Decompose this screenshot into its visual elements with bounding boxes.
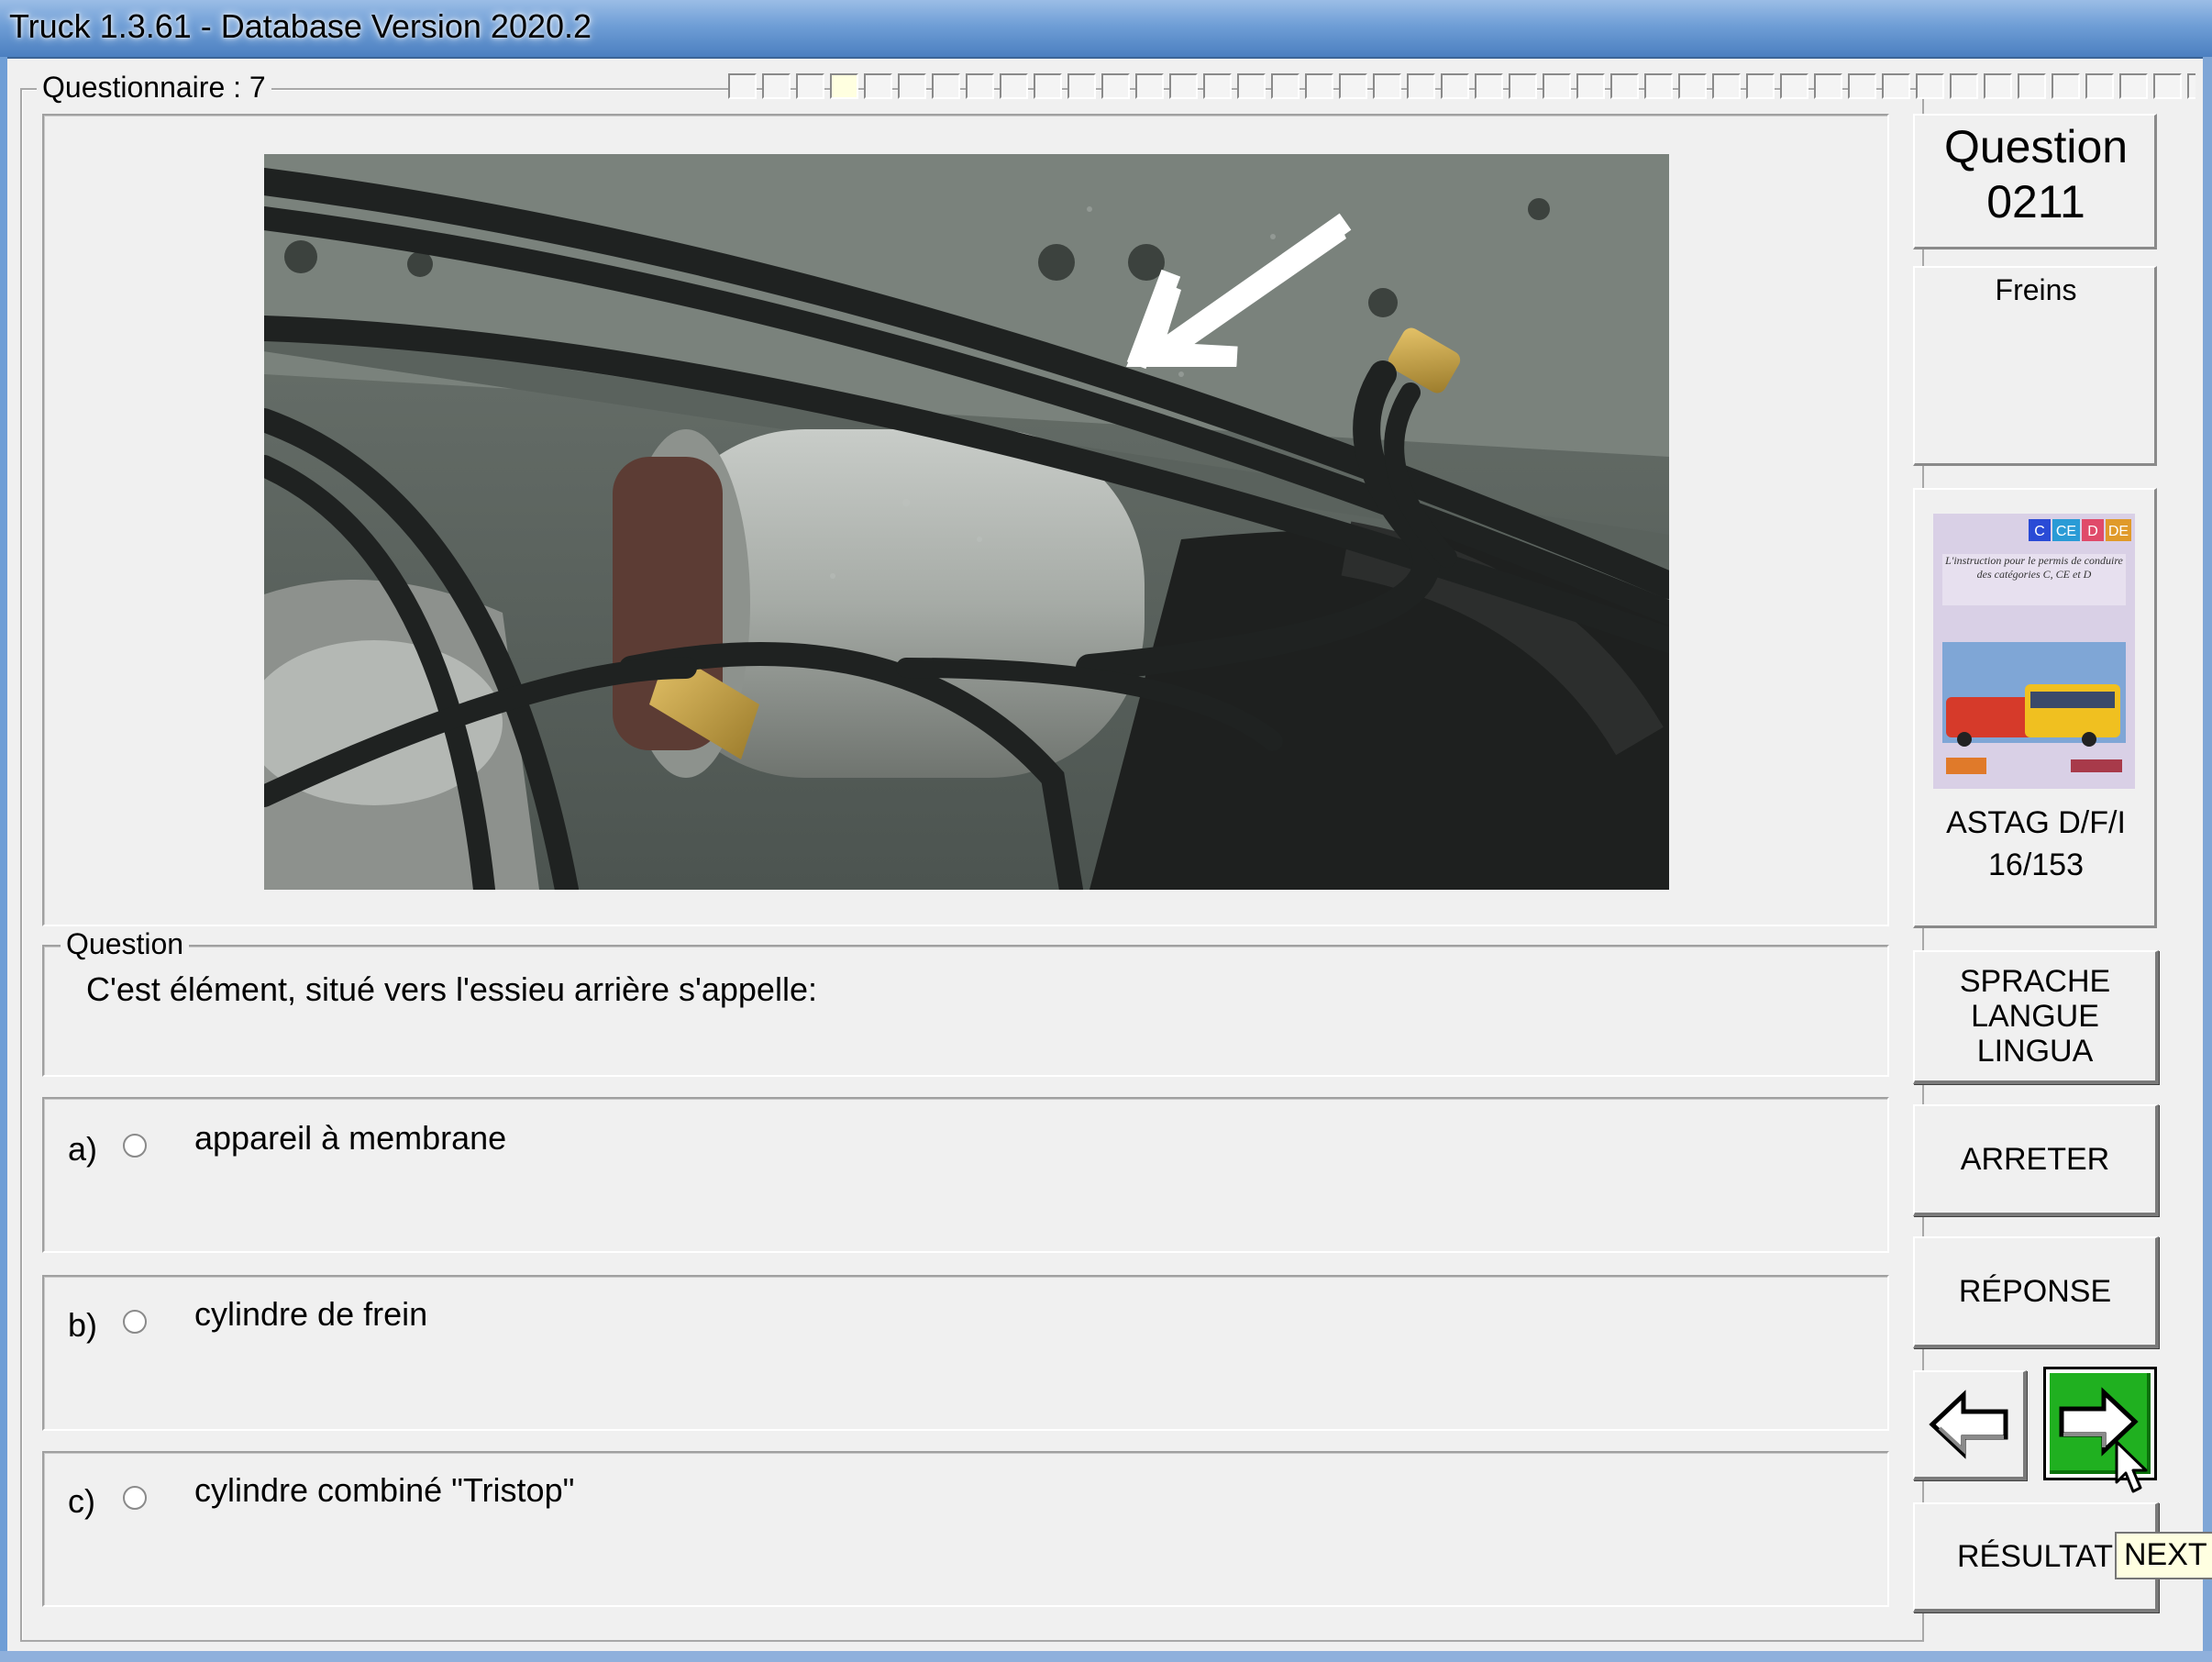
progress-cell [2085,73,2114,99]
title-bar: Truck 1.3.61 - Database Version 2020.2 [0,0,2212,59]
window-title: Truck 1.3.61 - Database Version 2020.2 [9,7,592,45]
brake-cylinder-photo [264,154,1669,890]
previous-button[interactable] [1913,1370,2027,1480]
cover-text: L'instruction pour le permis de conduire… [1945,554,2123,581]
progress-cell [898,73,926,99]
progress-cell [1780,73,1808,99]
progress-cell [1407,73,1435,99]
progress-cell [2018,73,2046,99]
progress-cell [1644,73,1673,99]
progress-cell [1135,73,1164,99]
question-box [42,945,1889,1077]
language-button[interactable]: SPRACHE LANGUE LINGUA [1913,950,2159,1084]
progress-cell [966,73,994,99]
window-border-right [2203,57,2212,1662]
book-cover-image: C CE D DE L'instruction pour le permis d… [1933,514,2135,789]
progress-cell [2052,73,2080,99]
cover-tag-ce: CE [2056,524,2076,539]
question-number: 0211 [1986,176,2085,227]
progress-cell [1814,73,1842,99]
arrow-left-icon [1929,1390,2008,1459]
answer-b-radio[interactable] [123,1310,147,1334]
progress-cell [1034,73,1062,99]
category-label: Freins [1995,273,2077,306]
question-progress-bar [728,73,2195,101]
progress-cell [1678,73,1707,99]
answer-a-letter: a) [68,1130,98,1168]
progress-cell [864,73,892,99]
language-label-de: SPRACHE [1959,964,2111,999]
cover-tag-c: C [2034,524,2045,539]
progress-cell [1339,73,1367,99]
progress-cell [728,73,757,99]
progress-cell [1509,73,1537,99]
language-label-it: LINGUA [1976,1034,2094,1069]
progress-cell [1848,73,1876,99]
answer-c-text[interactable]: cylindre combiné "Tristop" [194,1471,574,1510]
progress-cell [932,73,960,99]
progress-cell [1576,73,1605,99]
progress-cell [1237,73,1266,99]
progress-cell [1203,73,1232,99]
language-label-fr: LANGUE [1971,999,2099,1034]
progress-cell [1543,73,1571,99]
progress-cell [2187,73,2195,99]
book-reference: ASTAG D/F/I 16/153 [1915,802,2157,886]
answer-b-text[interactable]: cylindre de frein [194,1295,427,1334]
progress-cell [796,73,824,99]
result-button-label: RÉSULTAT [1956,1539,2114,1574]
progress-cell [1305,73,1333,99]
progress-cell [762,73,791,99]
progress-cell [1882,73,1910,99]
question-text: C'est élément, situé vers l'essieu arriè… [86,970,817,1008]
progress-cell [1000,73,1028,99]
progress-cell [1101,73,1130,99]
progress-cell [1271,73,1300,99]
stop-button-label: ARRETER [1960,1142,2110,1177]
answer-a-text[interactable]: appareil à membrane [194,1119,506,1158]
progress-cell [1610,73,1639,99]
progress-cell [1712,73,1741,99]
answer-button[interactable]: RÉPONSE [1913,1236,2159,1348]
answer-c-radio[interactable] [123,1486,147,1510]
cover-tag-de: DE [2108,524,2129,539]
progress-cell [1746,73,1775,99]
answer-button-label: RÉPONSE [1958,1274,2112,1309]
question-group-label: Question [61,928,190,959]
progress-cell [1067,73,1096,99]
progress-cell [1441,73,1469,99]
book-page: 16/153 [1988,848,2084,882]
book-source: ASTAG D/F/I [1946,805,2126,840]
progress-cell [1950,73,1978,99]
answer-c-letter: c) [68,1482,95,1520]
questionnaire-label: Questionnaire : 7 [37,72,271,103]
progress-cell [1475,73,1503,99]
window-border-bottom [0,1651,2212,1662]
progress-cell [830,73,858,99]
cover-tag-d: D [2087,524,2098,539]
next-tooltip: NEXT [2115,1532,2212,1579]
stop-button[interactable]: ARRETER [1913,1104,2159,1216]
question-number-display: Question 0211 [1915,119,2157,229]
progress-cell [2153,73,2182,99]
progress-cell [1984,73,2012,99]
mouse-cursor-icon [2115,1440,2148,1493]
progress-cell [1169,73,1198,99]
answer-a-radio[interactable] [123,1134,147,1158]
window-border-left [0,57,7,1662]
progress-cell [1373,73,1401,99]
question-title: Question [1943,121,2129,172]
progress-cell [2119,73,2148,99]
progress-cell [1916,73,1944,99]
answer-b-letter: b) [68,1306,98,1344]
